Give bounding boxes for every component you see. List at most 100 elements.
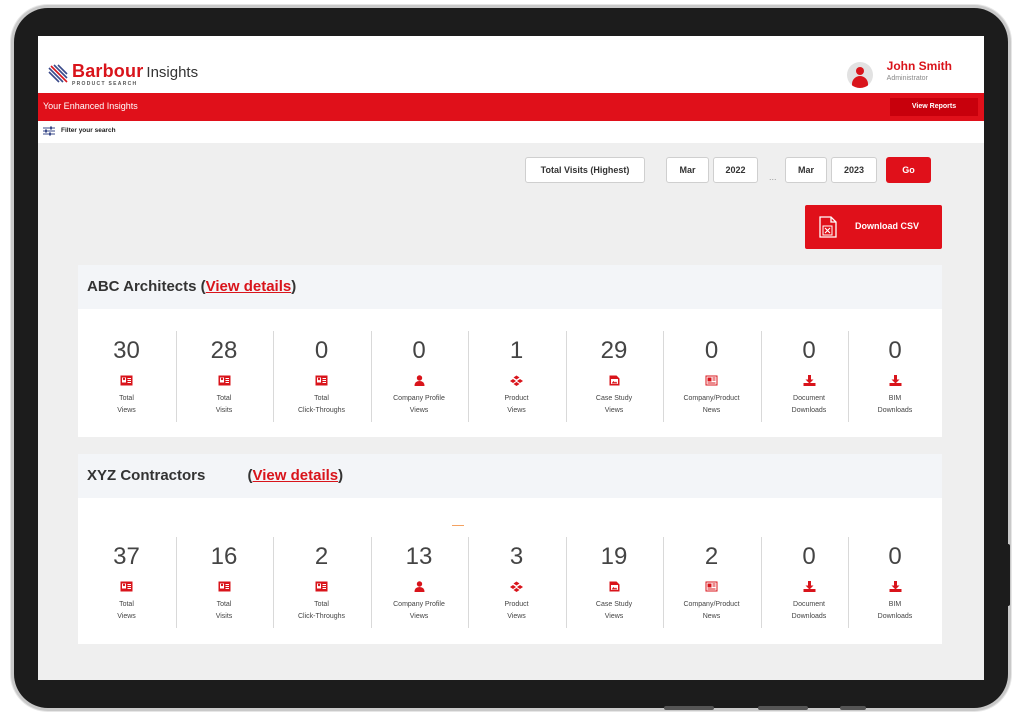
id-card-icon [218,581,230,592]
stat-divider [468,537,469,628]
go-button[interactable]: Go [886,157,931,183]
download-icon [889,581,901,592]
insights-bar: Your Enhanced Insights View Reports [38,93,984,121]
stat-label: Total Visits [176,599,273,623]
to-year-select[interactable]: 2023 [831,157,877,183]
newspaper-icon [705,375,718,386]
stat-total-visits: 16 Total Visits [176,543,273,623]
stat-label-line1: Product [504,395,529,402]
stat-divider [370,331,372,422]
stat-value: 37 [113,543,140,570]
stat-value: 0 [888,543,902,570]
to-month-select[interactable]: Mar [785,157,827,183]
brand-logo[interactable]: Barbour Insights PRODUCT SEARCH [47,62,198,87]
stat-label: Company/Product News [663,599,760,623]
stat-label-line2: Click-Throughs [297,407,346,414]
tablet-bottom-button [664,706,714,710]
stat-label-line2: Views [604,613,624,620]
sliders-icon [43,126,55,136]
stat-label-line1: Total [119,395,134,402]
stat-value: 0 [802,337,816,364]
app-screen: Barbour Insights PRODUCT SEARCH John Smi… [38,36,984,680]
stat-divider [565,537,567,628]
stat-document-downloads: 0 Document Downloads [761,543,858,623]
stat-label-line2: Views [409,613,429,620]
stat-company-profile-views: 13 Company Profile Views [371,543,468,623]
date-range-separator: ... [769,172,777,182]
stat-total-click-throughs: 2 Total Click-Throughs [273,543,370,623]
stat-product-views: 3 Product Views [468,543,565,623]
user-icon [414,581,424,592]
stat-label: BIM Downloads [848,599,942,623]
stat-divider [760,331,762,422]
user-menu[interactable]: John Smith Administrator [846,59,952,88]
stat-label-line1: Product [504,601,529,608]
stat-label: Company Profile Views [371,393,468,417]
stat-divider [848,537,849,628]
stat-value: 1 [509,337,524,364]
stat-label-line1: Company/Product [683,601,740,608]
stat-label-line1: Total [314,601,329,608]
card-header: XYZ Contractors (View details) [78,454,942,498]
stat-label-line2: News [702,407,721,414]
stat-label-line1: Document [793,601,825,608]
brand-name: Barbour [72,61,144,81]
stat-value: 0 [888,337,902,364]
stat-label: Total Visits [176,393,273,417]
stat-label: Document Downloads [761,599,858,623]
stat-divider [663,331,664,422]
stat-divider [273,331,274,422]
filter-label: Filter your search [61,127,116,134]
stat-label-line2: Views [604,407,624,414]
download-icon [803,581,815,592]
stat-divider [663,537,664,628]
stat-label-line2: Downloads [791,407,827,414]
stat-divider [273,537,274,628]
view-details-link[interactable]: View details [253,467,339,484]
excel-file-icon [819,216,837,238]
stat-label: Company Profile Views [371,599,468,623]
stat-document-downloads: 0 Document Downloads [761,337,858,417]
stat-company-product-news: 0 Company/Product News [663,337,760,417]
filter-bar[interactable]: Filter your search [38,121,984,143]
avatar[interactable] [846,62,873,88]
stat-label-line1: Total [314,395,329,402]
download-csv-button[interactable]: Download CSV [805,205,942,249]
id-card-icon [315,581,328,592]
company-name: XYZ Contractors [87,467,206,484]
stat-label: Case Study Views [566,599,663,623]
view-details-link[interactable]: View details [206,278,292,295]
stat-divider [565,331,567,422]
stat-label-line2: Views [507,407,526,414]
stat-label-line2: Views [409,407,429,414]
card-title: ABC Architects (View details) [87,278,297,295]
stat-total-views: 30 Total Views [78,337,175,417]
tablet-bottom-button [758,706,808,710]
stat-case-study-views: 29 Case Study Views [566,337,663,417]
stat-product-views: 1 Product Views [468,337,565,417]
sort-select[interactable]: Total Visits (Highest) [525,157,645,183]
stat-value: 29 [600,337,628,364]
stat-label: Document Downloads [761,393,858,417]
stat-bim-downloads: 0 BIM Downloads [848,543,942,623]
stat-label-line2: Downloads [877,407,913,414]
stat-total-visits: 28 Total Visits [176,337,273,417]
stat-label-line1: Company Profile [393,601,445,608]
from-month-select[interactable]: Mar [666,157,709,183]
stat-label-line2: Click-Throughs [297,613,346,620]
stat-label-line1: Case Study [595,395,633,402]
company-card: XYZ Contractors (View details) 37 Total Vi… [78,454,942,644]
stat-label-line1: BIM [888,601,902,608]
view-reports-button[interactable]: View Reports [890,98,978,116]
stat-value: 2 [704,543,719,570]
stat-label: Total Click-Throughs [273,599,370,623]
stat-label: Product Views [468,599,565,623]
decorative-mark [452,525,464,526]
from-year-select[interactable]: 2022 [713,157,758,183]
user-name: John Smith [886,59,952,73]
image-file-icon [609,375,619,386]
brand-subtitle: PRODUCT SEARCH [72,81,138,87]
stat-label-line2: Views [117,613,136,620]
stat-company-product-news: 2 Company/Product News [663,543,760,623]
id-card-icon [120,581,133,592]
